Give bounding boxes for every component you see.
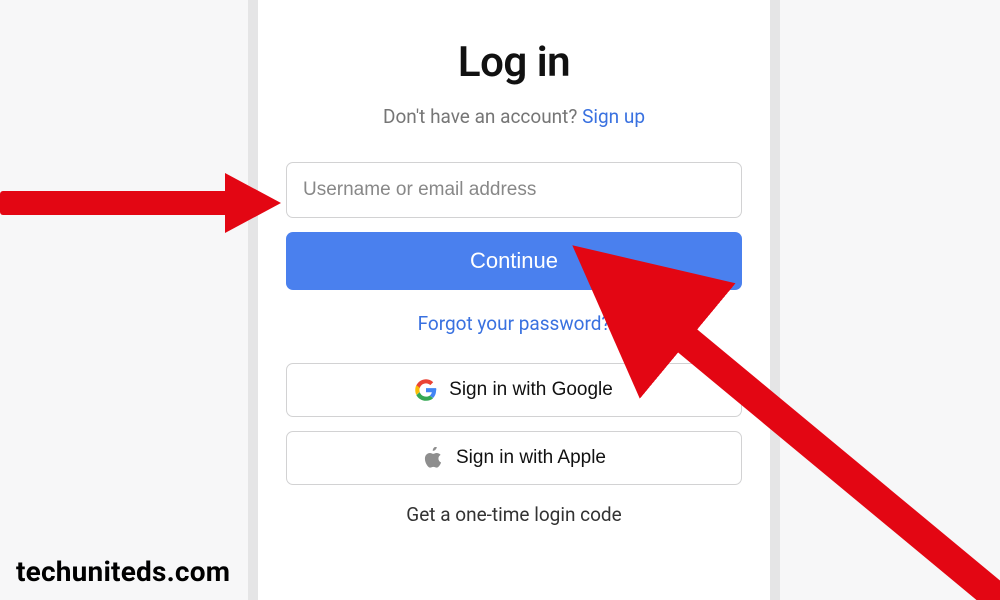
card-shadow-left <box>248 0 258 600</box>
page-title: Log in <box>258 38 770 87</box>
annotation-arrow-1 <box>0 173 288 233</box>
signup-prompt-text: Don't have an account? <box>383 105 582 128</box>
apple-icon <box>422 447 444 469</box>
one-time-code-link[interactable]: Get a one-time login code <box>286 499 742 526</box>
forgot-password-row: Forgot your password? <box>286 312 742 335</box>
google-icon <box>415 379 437 401</box>
signup-link[interactable]: Sign up <box>582 105 645 128</box>
login-form: Continue Forgot your password? Sign in w… <box>258 162 770 526</box>
google-signin-label: Sign in with Google <box>449 379 613 401</box>
apple-signin-label: Sign in with Apple <box>456 447 606 469</box>
card-shadow-right <box>770 0 780 600</box>
watermark-text: techuniteds.com <box>16 555 230 588</box>
forgot-password-link[interactable]: Forgot your password? <box>418 312 611 335</box>
continue-button[interactable]: Continue <box>286 232 742 290</box>
google-signin-button[interactable]: Sign in with Google <box>286 363 742 417</box>
login-card: Log in Don't have an account? Sign up Co… <box>258 0 770 600</box>
apple-signin-button[interactable]: Sign in with Apple <box>286 431 742 485</box>
signup-prompt: Don't have an account? Sign up <box>258 105 770 128</box>
username-input[interactable] <box>286 162 742 218</box>
